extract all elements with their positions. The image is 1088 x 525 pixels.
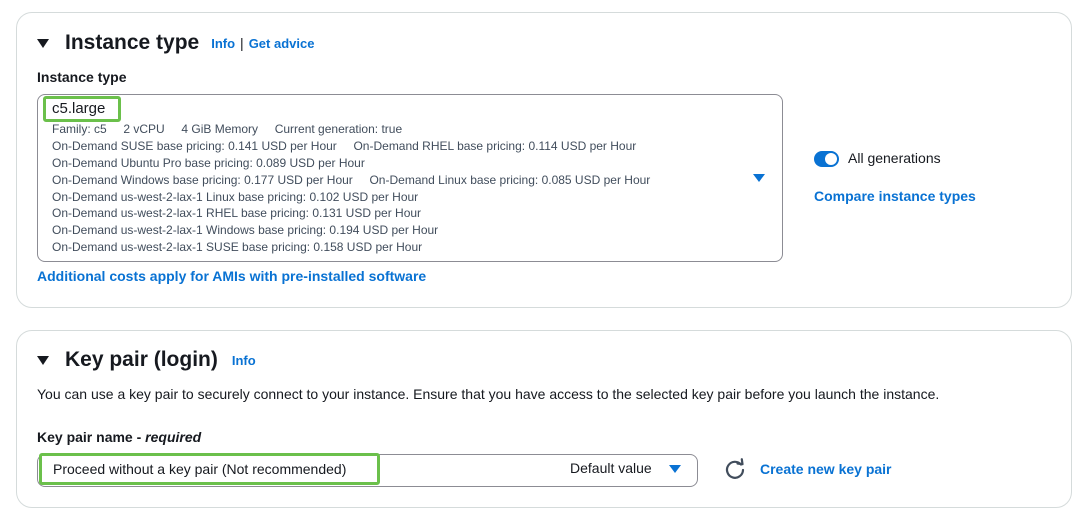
instance-detail-ubuntu: On-Demand Ubuntu Pro base pricing: 0.089… — [52, 156, 365, 170]
get-advice-link[interactable]: Get advice — [249, 36, 315, 51]
instance-type-info-link[interactable]: Info — [211, 36, 235, 51]
header-separator: | — [240, 35, 244, 51]
key-pair-label-text: Key pair name - — [37, 429, 146, 445]
key-pair-header: Key pair (login) Info — [37, 348, 256, 372]
toggle-knob — [825, 153, 837, 165]
instance-detail-family: Family: c5 2 vCPU 4 GiB Memory Current g… — [52, 122, 403, 136]
key-pair-title: Key pair (login) — [65, 348, 218, 371]
instance-type-field-label: Instance type — [37, 69, 127, 85]
refresh-icon[interactable] — [724, 458, 746, 480]
all-generations-label: All generations — [848, 150, 941, 166]
default-value-label: Default value — [570, 460, 652, 476]
key-pair-panel: Key pair (login) Info You can use a key … — [16, 330, 1072, 508]
compare-instance-types-link[interactable]: Compare instance types — [814, 188, 976, 204]
selected-instance-type[interactable]: c5.large — [43, 96, 121, 122]
instance-type-panel: Instance type Info | Get advice Instance… — [16, 12, 1072, 308]
instance-detail-windows-linux: On-Demand Windows base pricing: 0.177 US… — [52, 173, 651, 187]
all-generations-toggle[interactable] — [814, 151, 839, 167]
instance-detail-lax-suse: On-Demand us-west-2-lax-1 SUSE base pric… — [52, 240, 423, 254]
collapse-caret-icon[interactable] — [37, 355, 49, 365]
key-pair-field-label: Key pair name - required — [37, 429, 201, 445]
key-pair-info-link[interactable]: Info — [232, 353, 256, 368]
instance-type-title: Instance type — [65, 31, 200, 54]
create-new-key-pair-link[interactable]: Create new key pair — [760, 461, 892, 477]
instance-detail-lax-linux: On-Demand us-west-2-lax-1 Linux base pri… — [52, 190, 419, 204]
required-marker: required — [145, 429, 202, 445]
instance-detail-lax-rhel: On-Demand us-west-2-lax-1 RHEL base pric… — [52, 206, 422, 220]
instance-detail-suse-rhel: On-Demand SUSE base pricing: 0.141 USD p… — [52, 139, 637, 153]
dropdown-arrow-icon[interactable] — [669, 465, 681, 473]
key-pair-description: You can use a key pair to securely conne… — [37, 386, 940, 402]
dropdown-arrow-icon[interactable] — [753, 174, 765, 182]
collapse-caret-icon[interactable] — [37, 38, 49, 48]
instance-type-header: Instance type Info | Get advice — [37, 31, 314, 55]
instance-detail-lax-windows: On-Demand us-west-2-lax-1 Windows base p… — [52, 223, 439, 237]
ami-costs-link[interactable]: Additional costs apply for AMIs with pre… — [37, 268, 426, 284]
selected-key-pair[interactable]: Proceed without a key pair (Not recommen… — [39, 453, 380, 485]
